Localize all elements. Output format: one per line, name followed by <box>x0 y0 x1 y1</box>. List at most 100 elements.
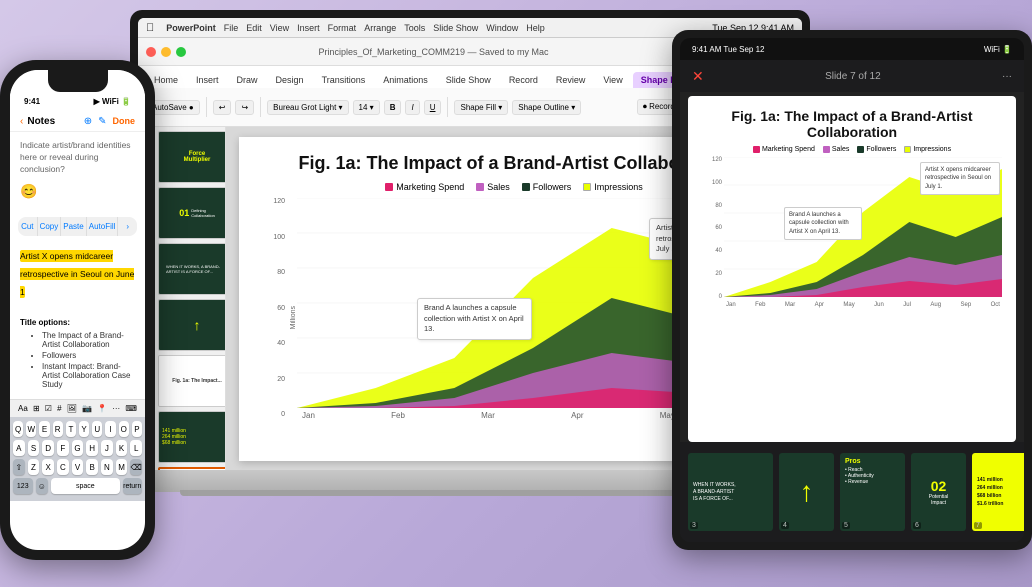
maximize-button[interactable] <box>176 47 186 57</box>
key-emoji[interactable]: ☺ <box>36 478 49 494</box>
ctx-more[interactable]: › <box>118 217 137 236</box>
key-n[interactable]: N <box>101 459 113 475</box>
tab-animations[interactable]: Animations <box>375 72 436 88</box>
ipad-more-btn[interactable]: ··· <box>1002 71 1012 82</box>
key-k[interactable]: K <box>116 440 128 456</box>
tab-draw[interactable]: Draw <box>229 72 266 88</box>
menu-help[interactable]: Help <box>526 23 545 33</box>
key-space[interactable]: space <box>51 478 119 494</box>
ctx-autofill[interactable]: AutoFill <box>87 217 119 236</box>
menu-app-name[interactable]: PowerPoint <box>166 23 216 33</box>
key-y[interactable]: Y <box>79 421 89 437</box>
italic-btn[interactable]: I <box>405 100 419 115</box>
slide-thumb-3[interactable]: WHEN IT WORKS, A BRAND-ARTIST IS A FORCE… <box>158 243 226 295</box>
key-b[interactable]: B <box>86 459 98 475</box>
more-icon[interactable]: ··· <box>112 404 120 413</box>
key-e[interactable]: E <box>39 421 49 437</box>
ipad-y-axis: 120100806040200 <box>702 157 724 312</box>
key-r[interactable]: R <box>53 421 63 437</box>
ipad-callout-retrospective: Artist X opens midcareer retrospective i… <box>920 162 1000 195</box>
ipad-thumb-6[interactable]: 02 PotentialImpact 6 <box>911 453 966 531</box>
notes-back-icon[interactable]: ‹ <box>20 116 23 127</box>
key-i[interactable]: I <box>105 421 115 437</box>
notes-done-btn[interactable]: Done <box>113 116 136 127</box>
key-h[interactable]: H <box>86 440 98 456</box>
key-w[interactable]: W <box>26 421 36 437</box>
menu-window[interactable]: Window <box>486 23 518 33</box>
menu-edit[interactable]: Edit <box>246 23 262 33</box>
slide-thumb-5[interactable]: Fig. 1a: The Impact... <box>158 355 226 407</box>
key-123[interactable]: 123 <box>13 478 33 494</box>
key-z[interactable]: Z <box>28 459 40 475</box>
slide-thumb-6[interactable]: 141 million 264 million $68 million <box>158 411 226 463</box>
table-icon[interactable]: ⊞ <box>33 404 40 413</box>
notes-list-item-3: Instant Impact: Brand-Artist Collaborati… <box>42 362 135 389</box>
redo-btn[interactable]: ↪ <box>235 100 254 115</box>
iphone-aa-bar: Aa ⊞ ☑ # 🖼 📷 📍 ··· ⌨ <box>10 399 145 417</box>
tab-transitions[interactable]: Transitions <box>314 72 374 88</box>
aa-label[interactable]: Aa <box>18 404 28 413</box>
checklist-icon[interactable]: ☑ <box>45 404 52 413</box>
ctx-copy[interactable]: Copy <box>38 217 62 236</box>
key-return[interactable]: return <box>123 478 143 494</box>
key-l[interactable]: L <box>130 440 142 456</box>
shape-fill-btn[interactable]: Shape Fill ▾ <box>454 100 508 115</box>
key-d[interactable]: D <box>42 440 54 456</box>
key-c[interactable]: C <box>57 459 69 475</box>
key-s[interactable]: S <box>28 440 40 456</box>
tab-slideshow[interactable]: Slide Show <box>438 72 499 88</box>
key-p[interactable]: P <box>132 421 142 437</box>
location-icon[interactable]: 📍 <box>97 404 107 413</box>
key-x[interactable]: X <box>42 459 54 475</box>
notes-edit-icon[interactable]: ✎ <box>98 116 106 127</box>
menu-view[interactable]: View <box>270 23 289 33</box>
ctx-paste[interactable]: Paste <box>61 217 86 236</box>
ipad-thumb-3[interactable]: WHEN IT WORKS,A BRAND-ARTISTIS A FORCE O… <box>688 453 773 531</box>
slide-thumb-4[interactable]: ↑ <box>158 299 226 351</box>
key-m[interactable]: M <box>116 459 128 475</box>
bold-btn[interactable]: B <box>384 100 402 115</box>
minimize-button[interactable] <box>161 47 171 57</box>
menu-file[interactable]: File <box>224 23 239 33</box>
key-q[interactable]: Q <box>13 421 23 437</box>
key-g[interactable]: G <box>72 440 84 456</box>
key-o[interactable]: O <box>119 421 129 437</box>
shape-outline-btn[interactable]: Shape Outline ▾ <box>512 100 581 115</box>
notes-share-icon[interactable]: ⊕ <box>84 116 92 127</box>
key-a[interactable]: A <box>13 440 25 456</box>
ipad-close-btn[interactable]: ✕ <box>692 68 704 85</box>
slide-thumb-2[interactable]: 01 DefiningCollaboration <box>158 187 226 239</box>
ipad-thumb-5[interactable]: Pros • Reach• Authenticity• Revenue 5 <box>840 453 905 531</box>
tab-record[interactable]: Record <box>501 72 546 88</box>
key-delete[interactable]: ⌫ <box>130 459 142 475</box>
menu-insert[interactable]: Insert <box>297 23 320 33</box>
key-j[interactable]: J <box>101 440 113 456</box>
keyboard-down-icon[interactable]: ⌨ <box>125 404 137 413</box>
menu-tools[interactable]: Tools <box>404 23 425 33</box>
menu-format[interactable]: Format <box>328 23 357 33</box>
font-size[interactable]: 14 ▾ <box>353 100 380 115</box>
tab-insert[interactable]: Insert <box>188 72 227 88</box>
image-icon[interactable]: 🖼 <box>67 404 77 413</box>
camera-icon[interactable]: 📷 <box>82 404 92 413</box>
key-f[interactable]: F <box>57 440 69 456</box>
menu-arrange[interactable]: Arrange <box>364 23 396 33</box>
ctx-cut[interactable]: Cut <box>18 217 38 236</box>
hashtag-icon[interactable]: # <box>57 404 61 413</box>
ipad-thumb-4[interactable]: ↑ 4 <box>779 453 834 531</box>
key-u[interactable]: U <box>92 421 102 437</box>
tab-design[interactable]: Design <box>268 72 312 88</box>
key-v[interactable]: V <box>72 459 84 475</box>
tab-review[interactable]: Review <box>548 72 594 88</box>
undo-btn[interactable]: ↩ <box>213 100 232 115</box>
close-button[interactable] <box>146 47 156 57</box>
font-select[interactable]: Bureau Grot Light ▾ <box>267 100 348 115</box>
ipad-thumb-7[interactable]: 141 million 264 million $68 billion $1.6… <box>972 453 1024 531</box>
key-t[interactable]: T <box>66 421 76 437</box>
slide-thumb-1[interactable]: ForceMultiplier <box>158 131 226 183</box>
underline-btn[interactable]: U <box>424 100 442 115</box>
key-shift[interactable]: ⇧ <box>13 459 25 475</box>
menu-slideshow[interactable]: Slide Show <box>433 23 478 33</box>
tab-view[interactable]: View <box>595 72 630 88</box>
iphone-screen: 9:41 ▶ WiFi 🔋 ‹ Notes ⊕ ✎ Done Indicate … <box>10 70 145 550</box>
